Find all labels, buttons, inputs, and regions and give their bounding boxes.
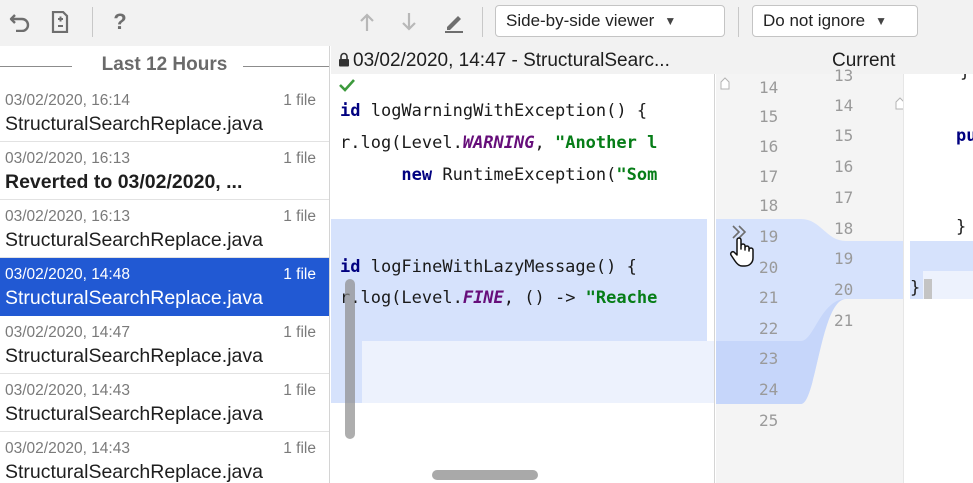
line-number: 21	[834, 311, 854, 330]
line-number: 20	[759, 258, 779, 277]
changed-block-highlight	[331, 219, 707, 341]
history-item-time: 03/02/2020, 14:43	[5, 440, 130, 457]
line-number: 25	[759, 411, 779, 430]
toolbar-separator	[482, 7, 483, 37]
code-line: }	[956, 217, 967, 237]
ignore-whitespace-value: Do not ignore	[763, 11, 866, 30]
code-line: new RuntimeException("Som	[401, 165, 658, 185]
chevron-down-icon: ▼	[664, 14, 677, 28]
viewer-mode-value: Side-by-side viewer	[506, 11, 655, 30]
toolbar-separator	[738, 7, 739, 37]
fold-marker-icon[interactable]	[720, 76, 730, 90]
history-item-name: StructuralSearchReplace.java	[5, 403, 263, 425]
history-item-time: 03/02/2020, 14:43	[5, 382, 130, 399]
toolbar-separator	[92, 7, 93, 37]
line-number: 19	[759, 227, 779, 246]
line-number: 16	[759, 137, 779, 156]
ignore-whitespace-select[interactable]: Do not ignore ▼	[752, 5, 918, 37]
viewer-mode-select[interactable]: Side-by-side viewer ▼	[495, 5, 725, 37]
horizontal-scrollbar[interactable]	[432, 470, 538, 480]
line-number: 15	[834, 126, 854, 145]
history-group-header: Last 12 Hours	[0, 46, 329, 84]
text-caret	[924, 279, 932, 299]
arrow-down-icon	[402, 13, 416, 31]
line-number: 16	[834, 157, 854, 176]
history-list: Last 12 Hours 03/02/2020, 16:14 1 file St…	[0, 46, 330, 483]
code-line: }	[910, 278, 921, 298]
line-number: 23	[759, 349, 779, 368]
history-item-name: StructuralSearchReplace.java	[5, 345, 263, 367]
edit-source-button[interactable]	[440, 8, 468, 36]
line-number: 24	[759, 380, 779, 399]
changed-block-highlight-light	[331, 341, 714, 403]
history-item-selected[interactable]: 03/02/2020, 14:48 1 file StructuralSearch…	[0, 258, 329, 316]
next-difference-button[interactable]	[396, 8, 422, 36]
history-item[interactable]: 03/02/2020, 14:47 1 file StructuralSearch…	[0, 316, 329, 374]
left-editor[interactable]: id logWarningWithException() { r.log(Lev…	[331, 74, 715, 483]
line-number: 18	[834, 219, 854, 238]
history-item-time: 03/02/2020, 16:13	[5, 150, 130, 167]
history-item-count: 1 file	[283, 208, 316, 225]
undo-icon	[9, 14, 30, 32]
code-line: r.log(Level.WARNING, "Another l	[340, 133, 658, 153]
chevron-down-icon: ▼	[875, 14, 887, 28]
history-item[interactable]: 03/02/2020, 14:43 1 file StructuralSearch…	[0, 374, 329, 432]
code-line: id logWarningWithException() {	[340, 101, 648, 121]
help-button[interactable]: ?	[106, 8, 134, 36]
history-item[interactable]: 03/02/2020, 16:14 1 file StructuralSearch…	[0, 84, 329, 142]
line-number: 17	[834, 188, 854, 207]
history-item-name: Reverted to 03/02/2020, ...	[5, 171, 243, 193]
history-item-count: 1 file	[283, 382, 316, 399]
group-header-rule	[243, 66, 329, 67]
line-number: 14	[759, 78, 779, 97]
line-number: 22	[759, 319, 779, 338]
code-line: r.log(Level.FINE, () -> "Reache	[340, 288, 658, 308]
changed-block-highlight	[910, 241, 973, 271]
history-item-count: 1 file	[283, 324, 316, 341]
hand-cursor-icon	[730, 237, 754, 267]
history-group-title: Last 12 Hours	[101, 54, 228, 75]
line-number: 14	[834, 96, 854, 115]
prev-difference-button[interactable]	[354, 8, 380, 36]
code-line: id logFineWithLazyMessage() {	[340, 257, 637, 277]
checkmark-icon	[339, 79, 355, 92]
create-patch-button[interactable]	[46, 8, 74, 36]
line-number: 13	[834, 66, 854, 85]
history-item-time: 03/02/2020, 14:48	[5, 266, 130, 283]
diff-header: 03/02/2020, 14:47 - StructuralSearc... C…	[331, 46, 973, 74]
vertical-scrollbar[interactable]	[345, 279, 355, 439]
line-number: 19	[834, 249, 854, 268]
history-item-time: 03/02/2020, 16:13	[5, 208, 130, 225]
history-item[interactable]: 03/02/2020, 16:13 1 file Reverted to 03/0…	[0, 142, 329, 200]
group-header-rule	[0, 66, 72, 67]
line-number: 21	[759, 288, 779, 307]
line-number: 18	[759, 196, 779, 215]
create-patch-icon	[51, 11, 69, 33]
history-item[interactable]: 03/02/2020, 16:13 1 file StructuralSearch…	[0, 200, 329, 258]
arrow-up-icon	[360, 13, 374, 31]
left-version-title: 03/02/2020, 14:47 - StructuralSearc...	[353, 50, 670, 71]
code-line: }	[960, 74, 970, 82]
lock-icon	[339, 52, 349, 67]
history-item-count: 1 file	[283, 92, 316, 109]
history-item-count: 1 file	[283, 266, 316, 283]
history-item-name: StructuralSearchReplace.java	[5, 461, 263, 483]
history-item-name: StructuralSearchReplace.java	[5, 229, 263, 251]
line-number: 15	[759, 107, 779, 126]
undo-button[interactable]	[6, 8, 34, 36]
code-line: pu	[956, 126, 973, 146]
line-number: 20	[834, 280, 854, 299]
line-numbers: 14 15 16 17 18 19 20 21 22 23 24 25 13 1…	[716, 66, 905, 483]
toolbar: ? Side-by-side viewer ▼ Do not ignore ▼	[0, 0, 973, 46]
history-item-time: 03/02/2020, 14:47	[5, 324, 130, 341]
pencil-icon	[445, 16, 463, 33]
history-item-time: 03/02/2020, 16:14	[5, 92, 130, 109]
history-item-name: StructuralSearchReplace.java	[5, 113, 263, 135]
line-number: 17	[759, 167, 779, 186]
history-item-count: 1 file	[283, 440, 316, 457]
history-item-count: 1 file	[283, 150, 316, 167]
right-editor[interactable]: } pu } }	[903, 74, 973, 483]
history-item-name: StructuralSearchReplace.java	[5, 287, 263, 309]
history-item[interactable]: 03/02/2020, 14:43 1 file StructuralSearch…	[0, 432, 329, 483]
